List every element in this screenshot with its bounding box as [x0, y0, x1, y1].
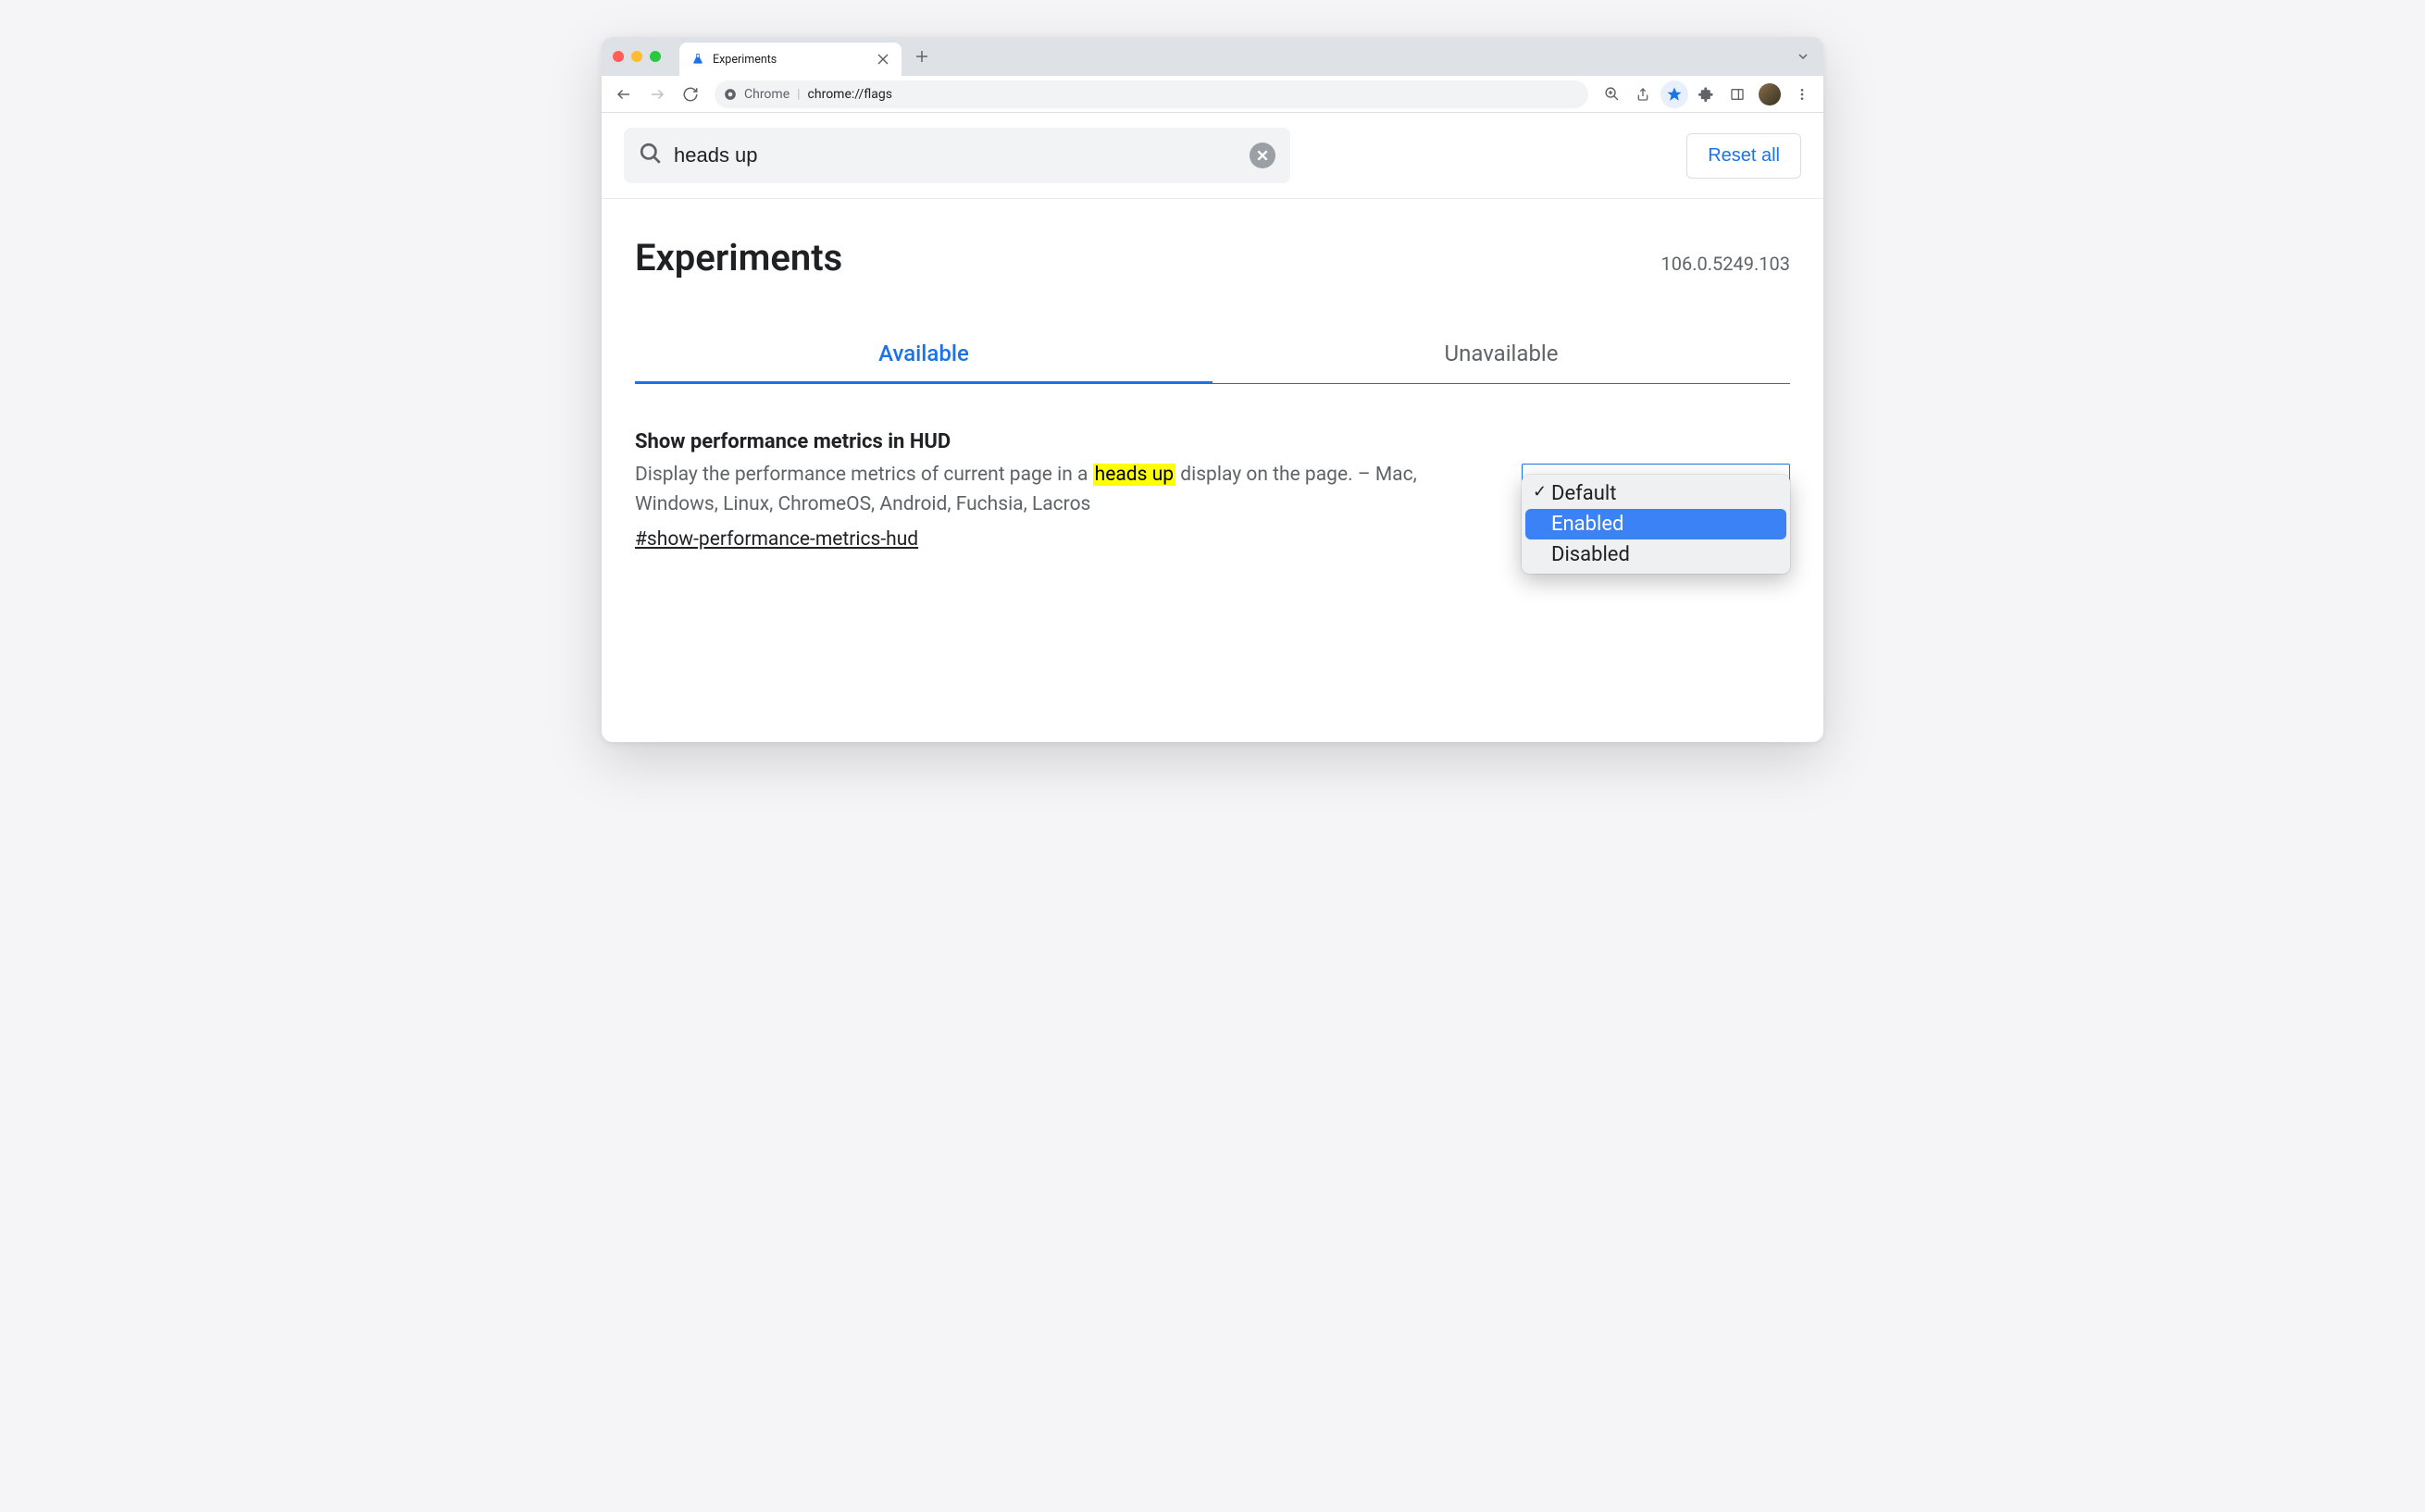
star-icon	[1666, 86, 1683, 103]
search-highlight: heads up	[1093, 464, 1175, 486]
clear-search-button[interactable]	[1250, 143, 1275, 168]
experiment-row: Show performance metrics in HUD Display …	[602, 384, 1823, 588]
browser-window: Experiments Chrome | chrome://flags	[602, 37, 1823, 742]
extensions-button[interactable]	[1692, 81, 1720, 108]
window-controls	[613, 51, 661, 62]
experiment-select-wrapper: Default Enabled Disabled	[1522, 430, 1790, 551]
browser-tab[interactable]: Experiments	[679, 43, 902, 76]
chrome-icon	[724, 88, 737, 101]
experiment-hash-link[interactable]: #show-performance-metrics-hud	[635, 528, 918, 551]
version-label: 106.0.5249.103	[1661, 253, 1790, 275]
dropdown-option-default[interactable]: Default	[1525, 478, 1786, 509]
window-close-button[interactable]	[613, 51, 624, 62]
page-title: Experiments	[635, 236, 842, 279]
back-button[interactable]	[609, 80, 639, 109]
tab-search-button[interactable]	[1790, 43, 1816, 69]
header-row: Experiments 106.0.5249.103	[602, 199, 1823, 289]
side-panel-button[interactable]	[1723, 81, 1751, 108]
bookmark-button[interactable]	[1660, 81, 1688, 108]
tab-available[interactable]: Available	[635, 326, 1212, 384]
reset-all-button[interactable]: Reset all	[1686, 133, 1801, 179]
omnibox-url: chrome://flags	[808, 87, 892, 102]
search-input[interactable]	[674, 143, 1238, 167]
share-icon[interactable]	[1629, 81, 1657, 108]
dropdown-option-disabled[interactable]: Disabled	[1525, 539, 1786, 570]
dropdown-option-enabled[interactable]: Enabled	[1525, 509, 1786, 539]
kebab-icon	[1795, 87, 1809, 102]
close-icon[interactable]	[876, 52, 890, 67]
search-icon	[639, 142, 663, 169]
search-row: Reset all	[602, 113, 1823, 199]
menu-button[interactable]	[1788, 81, 1816, 108]
reload-button[interactable]	[676, 80, 705, 109]
experiment-description: Display the performance metrics of curre…	[635, 461, 1485, 519]
omnibox-scheme-label: Chrome	[744, 87, 790, 102]
experiment-title: Show performance metrics in HUD	[635, 430, 1485, 453]
window-minimize-button[interactable]	[631, 51, 642, 62]
search-box[interactable]	[624, 128, 1290, 183]
page-content: Reset all Experiments 106.0.5249.103 Ava…	[602, 113, 1823, 742]
profile-avatar[interactable]	[1759, 83, 1781, 105]
browser-toolbar: Chrome | chrome://flags	[602, 76, 1823, 113]
x-icon	[1256, 149, 1269, 162]
puzzle-icon	[1698, 86, 1714, 102]
flag-tabs: Available Unavailable	[635, 326, 1790, 384]
select-dropdown: Default Enabled Disabled	[1522, 475, 1790, 574]
tab-bar: Experiments	[602, 37, 1823, 76]
flask-icon	[690, 52, 705, 67]
experiment-details: Show performance metrics in HUD Display …	[635, 430, 1485, 551]
address-bar[interactable]: Chrome | chrome://flags	[715, 81, 1588, 108]
zoom-icon[interactable]	[1598, 81, 1625, 108]
window-maximize-button[interactable]	[650, 51, 661, 62]
new-tab-button[interactable]	[909, 43, 935, 69]
tab-title: Experiments	[713, 53, 868, 67]
forward-button[interactable]	[642, 80, 672, 109]
tab-unavailable[interactable]: Unavailable	[1212, 326, 1790, 384]
